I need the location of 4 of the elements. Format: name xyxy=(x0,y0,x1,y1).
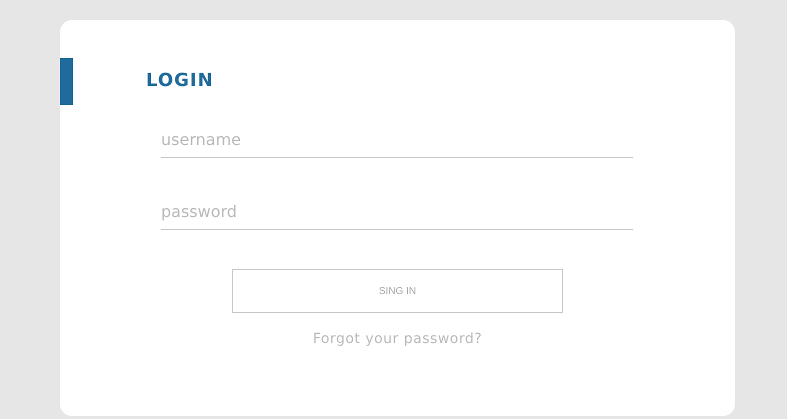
login-title: LOGIN xyxy=(146,69,215,93)
accent-bar xyxy=(60,58,73,105)
forgot-password-link[interactable]: Forgot your password? xyxy=(312,331,482,347)
sign-in-button[interactable]: SING IN xyxy=(232,269,563,313)
